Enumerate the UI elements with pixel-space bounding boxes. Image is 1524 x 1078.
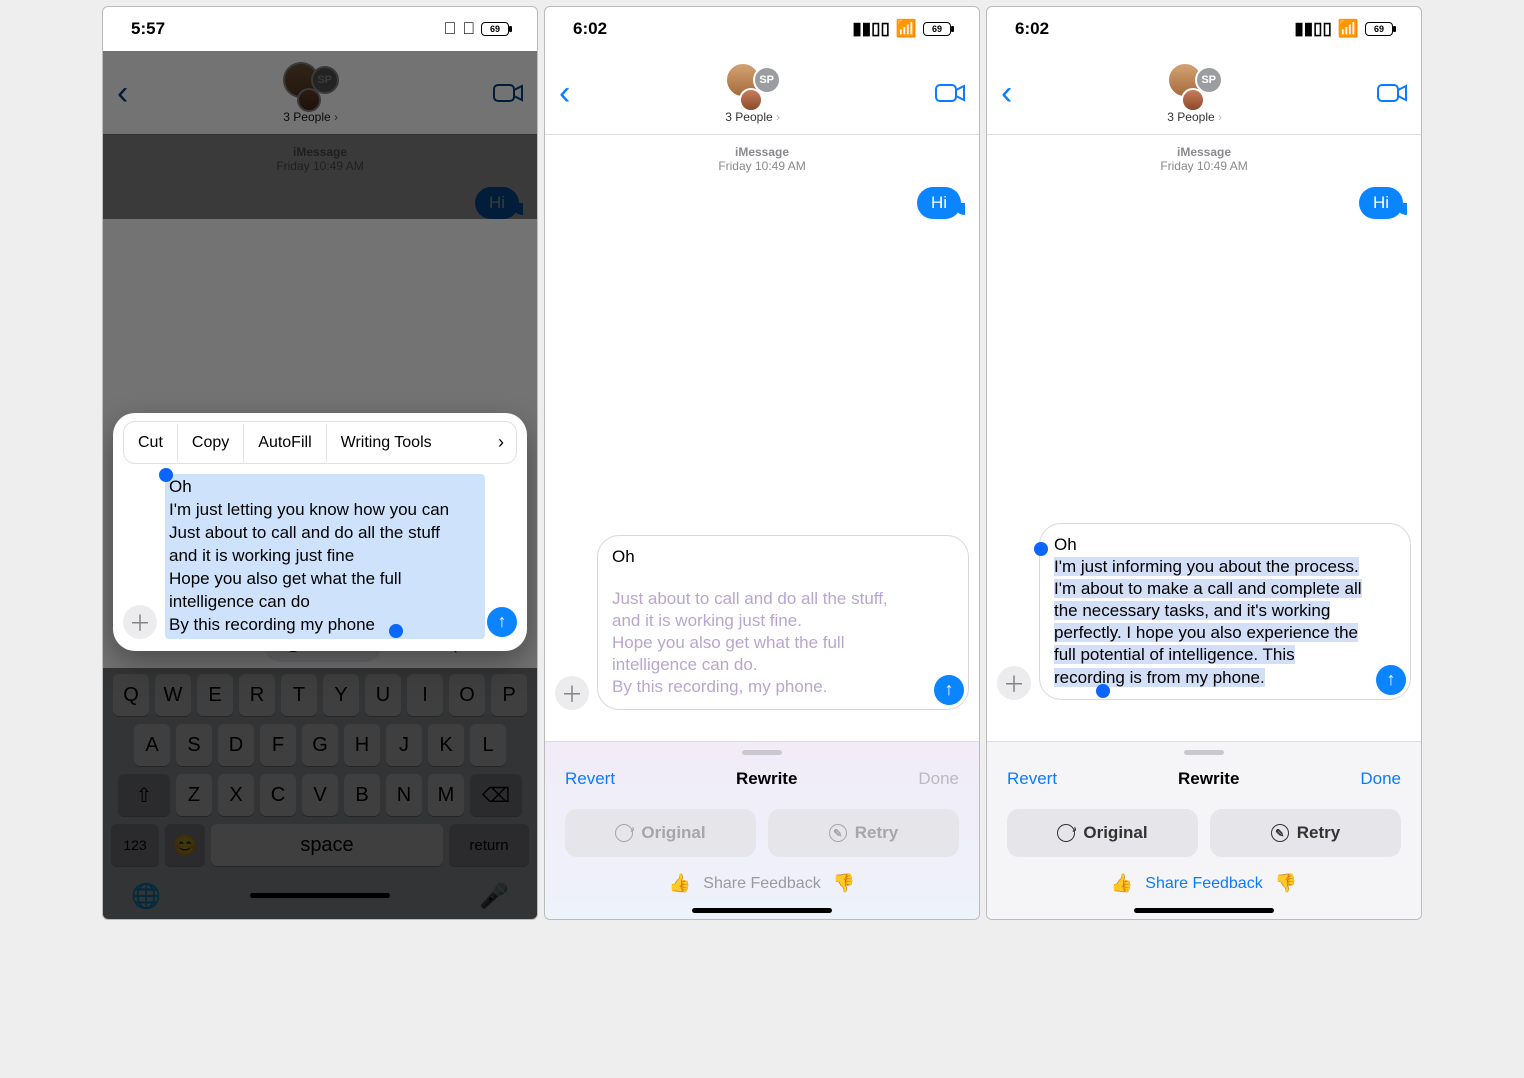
nav-bar: ‹ SP 3 People xyxy=(987,51,1421,135)
battery-icon: 69 xyxy=(1365,22,1393,36)
ctx-autofill[interactable]: AutoFill xyxy=(244,424,326,462)
home-indicator xyxy=(1134,908,1274,913)
nav-bar: ‹ SP 3 People xyxy=(545,51,979,135)
ctx-more[interactable]: › xyxy=(486,422,516,463)
selection-handle-start[interactable] xyxy=(1034,542,1048,556)
draft-line-top: Oh xyxy=(1054,534,1370,556)
nav-center[interactable]: SP 3 People xyxy=(1167,62,1223,124)
selection-handle-end[interactable] xyxy=(1096,684,1110,698)
message-input[interactable]: Oh I'm just informing you about the proc… xyxy=(1039,523,1411,700)
original-icon xyxy=(1057,824,1075,842)
status-time: 6:02 xyxy=(1015,19,1049,39)
wifi-icon: 􀙇 xyxy=(462,19,475,39)
status-time: 5:57 xyxy=(131,19,165,39)
thumb-down-icon[interactable]: 👎 xyxy=(1275,873,1297,894)
thumb-up-icon[interactable]: 👍 xyxy=(669,873,691,894)
share-feedback[interactable]: 👍 Share Feedback 👎 xyxy=(545,859,979,904)
wifi-icon: 📶 xyxy=(896,19,917,39)
draft-line-top: Oh xyxy=(612,546,928,568)
compose-area: ＋ Oh I'm just informing you about the pr… xyxy=(997,523,1411,700)
screenshot-row: 5:57 􀙇 􀙇 69 ‹ SP 3 Peopl xyxy=(102,6,1422,920)
status-bar: 6:02 ▮▮▯▯ 📶 69 xyxy=(545,7,979,51)
screen-2: 6:02 ▮▮▯▯ 📶 69 ‹ SP 3 People xyxy=(544,6,980,920)
footer-title: Rewrite xyxy=(736,769,797,789)
plus-button[interactable]: ＋ xyxy=(123,605,157,639)
status-indicators: ▮▮▯▯ 📶 69 xyxy=(1294,19,1393,39)
back-button[interactable]: ‹ xyxy=(559,76,570,110)
selection-handle-start[interactable] xyxy=(159,468,173,482)
facetime-button[interactable] xyxy=(935,83,965,103)
draft-faded: Just about to call and do all the stuff,… xyxy=(612,588,928,698)
nav-subtitle: 3 People xyxy=(725,110,780,124)
group-avatars: SP xyxy=(1167,62,1223,106)
message-bubble-out[interactable]: Hi xyxy=(1359,187,1403,219)
text-context-menu: Cut Copy AutoFill Writing Tools › xyxy=(123,421,517,464)
message-input[interactable]: OhI'm just letting you know how you canJ… xyxy=(165,474,517,639)
selection-handle-end[interactable] xyxy=(389,624,403,638)
send-button[interactable]: ↑ xyxy=(934,675,964,705)
status-bar: 5:57 􀙇 􀙇 69 xyxy=(103,7,537,51)
message-bubble-out[interactable]: Hi xyxy=(917,187,961,219)
ctx-copy[interactable]: Copy xyxy=(178,424,244,462)
thumb-up-icon[interactable]: 👍 xyxy=(1111,873,1133,894)
retry-icon xyxy=(829,824,847,842)
cell-signal-icon: ▮▮▯▯ xyxy=(1294,19,1331,39)
thread-meta: iMessage Friday 10:49 AM xyxy=(987,145,1421,173)
writing-tools-footer: Revert Rewrite Done Original Retry 👍 Sha… xyxy=(987,741,1421,919)
ctx-writing-tools[interactable]: Writing Tools xyxy=(327,424,446,462)
context-card: Cut Copy AutoFill Writing Tools › ＋ OhI'… xyxy=(113,413,527,651)
thread-meta: iMessage Friday 10:49 AM xyxy=(545,145,979,173)
retry-icon xyxy=(1271,824,1289,842)
status-indicators: ▮▮▯▯ 📶 69 xyxy=(852,19,951,39)
group-avatars: SP xyxy=(725,62,781,106)
done-button[interactable]: Done xyxy=(918,769,959,789)
writing-tools-footer: Revert Rewrite Done Original Retry 👍 Sha… xyxy=(545,741,979,919)
avatar xyxy=(739,88,763,112)
message-input[interactable]: Oh Just about to call and do all the stu… xyxy=(597,535,969,710)
thread-content: iMessage Friday 10:49 AM Hi ＋ Oh Just ab… xyxy=(545,135,979,741)
revert-button[interactable]: Revert xyxy=(1007,769,1057,789)
original-button[interactable]: Original xyxy=(565,809,756,857)
facetime-button[interactable] xyxy=(1377,83,1407,103)
nav-center[interactable]: SP 3 People xyxy=(725,62,781,124)
screen-1: 5:57 􀙇 􀙇 69 ‹ SP 3 Peopl xyxy=(102,6,538,920)
thread-content: iMessage Friday 10:49 AM Hi ＋ Oh I'm jus… xyxy=(987,135,1421,741)
screen-3: 6:02 ▮▮▯▯ 📶 69 ‹ SP 3 People xyxy=(986,6,1422,920)
ctx-cut[interactable]: Cut xyxy=(124,424,178,462)
plus-button[interactable]: ＋ xyxy=(555,676,589,710)
wifi-icon: 📶 xyxy=(1338,19,1359,39)
back-button[interactable]: ‹ xyxy=(1001,76,1012,110)
send-button[interactable]: ↑ xyxy=(487,607,517,637)
original-icon xyxy=(615,824,633,842)
share-feedback[interactable]: 👍 Share Feedback 👎 xyxy=(987,859,1421,904)
cell-signal-icon: 􀙇 xyxy=(444,19,457,39)
battery-icon: 69 xyxy=(481,22,509,36)
plus-button[interactable]: ＋ xyxy=(997,666,1031,700)
status-time: 6:02 xyxy=(573,19,607,39)
nav-subtitle: 3 People xyxy=(1167,110,1222,124)
cell-signal-icon: ▮▮▯▯ xyxy=(852,19,889,39)
send-button[interactable]: ↑ xyxy=(1376,665,1406,695)
home-indicator xyxy=(692,908,832,913)
original-button[interactable]: Original xyxy=(1007,809,1198,857)
battery-icon: 69 xyxy=(923,22,951,36)
status-bar: 6:02 ▮▮▯▯ 📶 69 xyxy=(987,7,1421,51)
thumb-down-icon[interactable]: 👎 xyxy=(833,873,855,894)
retry-button[interactable]: Retry xyxy=(768,809,959,857)
retry-button[interactable]: Retry xyxy=(1210,809,1401,857)
revert-button[interactable]: Revert xyxy=(565,769,615,789)
footer-title: Rewrite xyxy=(1178,769,1239,789)
draft-text-selected: OhI'm just letting you know how you canJ… xyxy=(165,474,485,639)
compose-area: ＋ Oh Just about to call and do all the s… xyxy=(555,535,969,710)
draft-rewritten-selected: I'm just informing you about the process… xyxy=(1054,557,1362,686)
avatar xyxy=(1181,88,1205,112)
done-button[interactable]: Done xyxy=(1360,769,1401,789)
status-indicators: 􀙇 􀙇 69 xyxy=(444,19,510,39)
